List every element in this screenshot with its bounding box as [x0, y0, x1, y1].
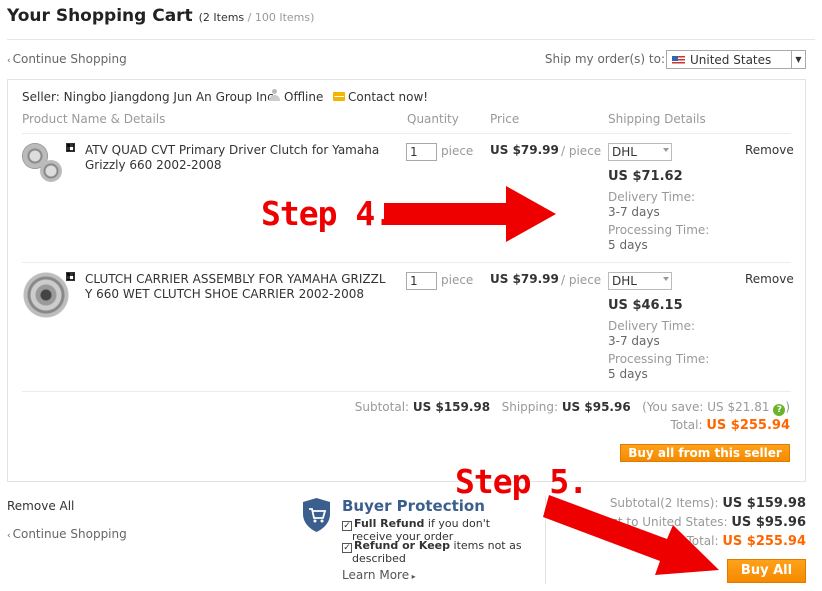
checkbox-checked-icon: ✓ [342, 521, 352, 531]
mail-icon [333, 92, 345, 101]
you-save-close: ) [785, 400, 790, 414]
chevron-left-icon: ‹ [7, 531, 11, 541]
delivery-label-2: Delivery Time: [608, 319, 696, 333]
offline-person-icon [269, 89, 280, 102]
seller-total-row: Total: US $255.94 [670, 418, 790, 433]
subtotal-value: US $159.98 [412, 400, 491, 414]
full-refund-text: if you don't [424, 517, 491, 530]
product-name-2-line1: CLUTCH CARRIER ASSEMBLY FOR YAMAHA GRIZZ… [85, 272, 386, 286]
delivery-value-1: 3-7 days [608, 205, 660, 219]
buy-from-seller-button[interactable]: Buy all from this seller [620, 444, 790, 462]
price-unit-2: / piece [561, 273, 602, 287]
delivery-label-1: Delivery Time: [608, 190, 696, 204]
qty-unit-2: piece [441, 273, 474, 287]
continue-shopping-label: Continue Shopping [12, 527, 127, 541]
seller-row: Seller: Ningbo Jiangdong Jun An Group In… [22, 90, 278, 104]
shipping-select-1[interactable]: DHL [608, 143, 672, 161]
shipping-method-1: DHL [612, 145, 637, 159]
chevron-down-icon [663, 277, 669, 281]
checkbox-checked-icon: ✓ [342, 543, 352, 553]
remove-link-1[interactable]: Remove [745, 143, 794, 157]
product-name-2[interactable]: CLUTCH CARRIER ASSEMBLY FOR YAMAHA GRIZZ… [85, 272, 386, 302]
shipping-value: US $95.96 [561, 400, 631, 414]
processing-label-2: Processing Time: [608, 352, 710, 366]
header-divider [22, 133, 791, 134]
refund-keep-text: items not as [450, 539, 522, 552]
seller-label: Seller: [22, 90, 60, 104]
country-select[interactable]: United States ▼ [666, 50, 806, 69]
row-divider [22, 391, 791, 392]
seller-name[interactable]: Ningbo Jiangdong Jun An Group Inc. [64, 90, 278, 104]
ship-to-label: Ship my order(s) to: [544, 52, 665, 66]
chevron-right-icon: ▸ [409, 572, 416, 581]
price-unit-1: / piece [561, 144, 602, 158]
learn-more-label: Learn More [342, 568, 410, 582]
continue-shopping-label: Continue Shopping [12, 52, 127, 66]
col-quantity: Quantity [407, 112, 459, 126]
seller-total-label: Total: [670, 418, 703, 432]
price-1: US $79.99 [490, 143, 559, 157]
delivery-value-2: 3-7 days [608, 334, 660, 348]
chevron-down-icon [663, 148, 669, 152]
shipping-select-2[interactable]: DHL [608, 272, 672, 290]
step-4-annotation: Step 4. [261, 194, 394, 233]
country-value: United States [690, 53, 772, 67]
quantity-input-1[interactable] [406, 143, 437, 161]
item-count: (2 Items [198, 11, 245, 24]
contact-now-link[interactable]: Contact now! [348, 90, 428, 104]
help-icon[interactable]: ? [773, 404, 786, 416]
product-image-2[interactable] [23, 272, 69, 318]
seller-status: Offline [284, 90, 324, 104]
full-refund-label: Full Refund [354, 517, 425, 530]
row-divider [22, 262, 791, 263]
product-name-1[interactable]: ATV QUAD CVT Primary Driver Clutch for Y… [85, 143, 379, 173]
cart-title: Your Shopping Cart [7, 6, 193, 26]
qty-unit-1: piece [441, 144, 474, 158]
learn-more-link[interactable]: Learn More ▸ [342, 568, 416, 582]
chevron-left-icon: ‹ [7, 56, 11, 66]
continue-shopping-link-top[interactable]: ‹ Continue Shopping [7, 52, 127, 66]
shipping-label: Shipping: [501, 400, 558, 414]
order-total-value: US $255.94 [722, 534, 806, 549]
buy-all-button[interactable]: Buy All [727, 559, 806, 583]
col-shipping: Shipping Details [608, 112, 706, 126]
page-title: Your Shopping Cart (2 Items / 100 Items) [7, 6, 314, 26]
order-subtotal-value: US $159.98 [722, 496, 806, 511]
shipping-method-2: DHL [612, 274, 637, 288]
product-name-2-line2: Y 660 WET CLUTCH SHOE CARRIER 2002-2008 [85, 287, 364, 301]
remove-all-link[interactable]: Remove All [7, 499, 74, 513]
product-name-1-line1: ATV QUAD CVT Primary Driver Clutch for Y… [85, 143, 380, 157]
continue-shopping-link-bottom[interactable]: ‹ Continue Shopping [7, 527, 127, 541]
refund-keep-label: Refund or Keep [354, 539, 451, 552]
item-limit: / 100 Items) [244, 11, 315, 24]
remove-link-2[interactable]: Remove [745, 272, 794, 286]
product-name-1-line2: Grizzly 660 2002-2008 [85, 158, 222, 172]
price-2: US $79.99 [490, 272, 559, 286]
quantity-input-2[interactable] [406, 272, 437, 290]
shipping-cost-2: US $46.15 [608, 298, 683, 313]
col-product: Product Name & Details [22, 112, 166, 126]
qr-code-icon[interactable] [66, 143, 75, 152]
title-divider [7, 39, 815, 40]
order-cost-value: US $95.96 [731, 515, 806, 530]
seller-total-value: US $255.94 [706, 418, 790, 433]
refund-keep-cont: described [352, 552, 406, 565]
subtotal-label: Subtotal: [354, 400, 410, 414]
processing-value-2: 5 days [608, 367, 648, 381]
qr-code-icon[interactable] [66, 272, 75, 281]
you-save: (You save: US $21.81 [642, 400, 770, 414]
processing-label-1: Processing Time: [608, 223, 710, 237]
chevron-down-icon: ▼ [791, 51, 805, 68]
seller-subtotal-row: Subtotal: US $159.98 Shipping: US $95.96… [355, 400, 790, 416]
col-price: Price [490, 112, 520, 126]
arrow-down-right-icon [543, 495, 719, 575]
product-image-1b [40, 160, 62, 182]
processing-value-1: 5 days [608, 238, 648, 252]
shield-cart-icon [303, 498, 330, 532]
us-flag-icon [672, 56, 685, 65]
shipping-cost-1: US $71.62 [608, 169, 683, 184]
arrow-right-icon [384, 186, 556, 242]
refund-keep-line: ✓ Refund or Keep items not as described [342, 540, 542, 565]
